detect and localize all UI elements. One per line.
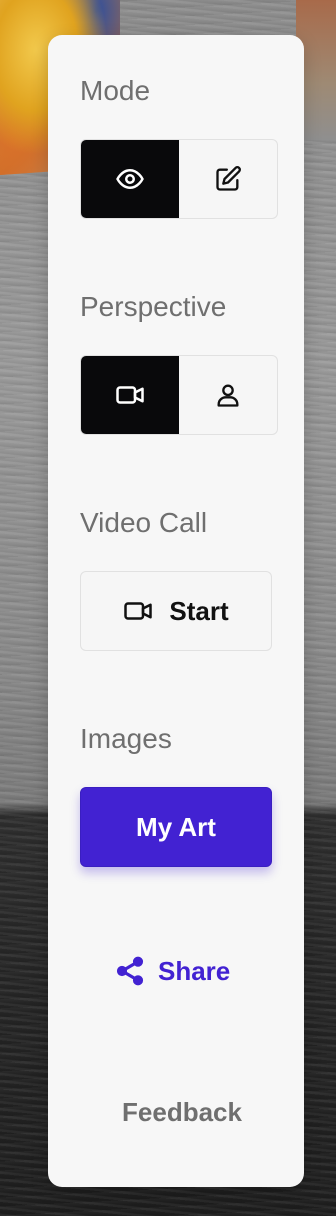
- user-icon: [217, 384, 239, 407]
- share-label: Share: [158, 955, 231, 986]
- mode-label: Mode: [80, 75, 151, 106]
- start-video-call-button[interactable]: Start: [80, 571, 272, 651]
- feedback-link[interactable]: Feedback: [48, 1097, 316, 1128]
- video-camera-icon: [116, 386, 144, 404]
- share-button[interactable]: Share: [114, 951, 230, 991]
- mode-view-button[interactable]: [81, 140, 179, 218]
- video-call-label: Video Call: [80, 507, 208, 538]
- eye-icon: [116, 169, 144, 189]
- perspective-toggle: [80, 355, 278, 435]
- share-icon: [116, 956, 144, 986]
- my-art-button[interactable]: My Art: [80, 787, 272, 867]
- mode-edit-button[interactable]: [179, 140, 277, 218]
- images-label: Images: [80, 723, 172, 754]
- perspective-person-button[interactable]: [179, 356, 277, 434]
- start-label: Start: [169, 595, 229, 626]
- control-panel: Mode Perspective Video Call Start Images…: [48, 35, 304, 1187]
- perspective-camera-button[interactable]: [81, 356, 179, 434]
- perspective-label: Perspective: [80, 291, 227, 322]
- edit-icon: [216, 166, 241, 191]
- mode-toggle: [80, 139, 278, 219]
- video-camera-icon: [124, 602, 153, 620]
- my-art-label: My Art: [136, 811, 216, 842]
